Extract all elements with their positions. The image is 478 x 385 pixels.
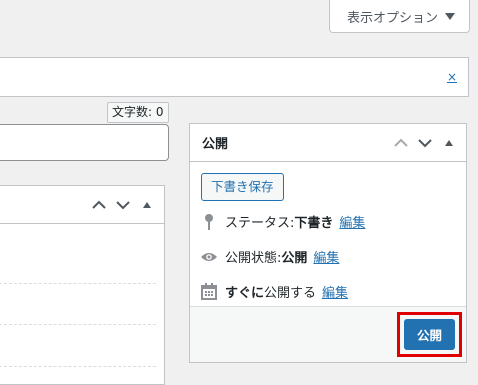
calendar-icon	[200, 283, 218, 301]
divider	[0, 324, 156, 325]
publish-highlight: 公開	[397, 312, 462, 357]
screen-options-button[interactable]: 表示オプション	[329, 0, 470, 33]
notice-bar: ×	[0, 57, 469, 97]
postbox	[0, 185, 165, 385]
notice-dismiss-link[interactable]: ×	[447, 71, 457, 83]
triangle-toggle-icon[interactable]	[438, 132, 460, 154]
word-count: 文字数: 0	[107, 102, 169, 123]
schedule-row: すぐに 公開する 編集	[200, 282, 348, 301]
status-row: ステータス: 下書き 編集	[200, 212, 365, 231]
screen-options-label: 表示オプション	[347, 10, 439, 26]
triangle-toggle-icon[interactable]	[136, 194, 158, 216]
divider	[0, 366, 156, 367]
save-draft-button[interactable]: 下書き保存	[201, 173, 284, 201]
postbox-header	[0, 186, 164, 224]
status-edit-link[interactable]: 編集	[339, 212, 365, 231]
status-label: ステータス:	[225, 216, 295, 231]
pin-icon	[200, 213, 218, 231]
divider	[0, 283, 156, 284]
schedule-value: すぐに	[225, 286, 265, 301]
eye-icon	[200, 248, 218, 266]
postbox-handle-group	[88, 186, 158, 224]
chevron-up-icon[interactable]	[390, 132, 412, 154]
visibility-label: 公開状態:	[225, 251, 282, 266]
chevron-up-icon[interactable]	[88, 194, 110, 216]
publish-header: 公開	[190, 124, 466, 162]
status-value: 下書き	[294, 216, 334, 231]
publish-box: 公開 下書き保存 ステータス: 下書き 編集 公開状態: 公開 編集 すぐに 公…	[189, 123, 467, 363]
chevron-down-icon[interactable]	[414, 132, 436, 154]
publish-button[interactable]: 公開	[404, 319, 455, 350]
schedule-edit-link[interactable]: 編集	[322, 282, 348, 301]
publish-handle-group	[390, 124, 460, 162]
visibility-edit-link[interactable]: 編集	[313, 247, 339, 266]
schedule-label: 公開する	[264, 286, 317, 301]
dropdown-arrow-icon	[445, 12, 455, 20]
visibility-value: 公開	[281, 251, 308, 266]
publish-title: 公開	[202, 137, 229, 152]
visibility-row: 公開状態: 公開 編集	[200, 247, 339, 266]
publish-actions: 公開	[190, 306, 466, 362]
chevron-down-icon[interactable]	[112, 194, 134, 216]
title-input[interactable]	[0, 124, 169, 161]
